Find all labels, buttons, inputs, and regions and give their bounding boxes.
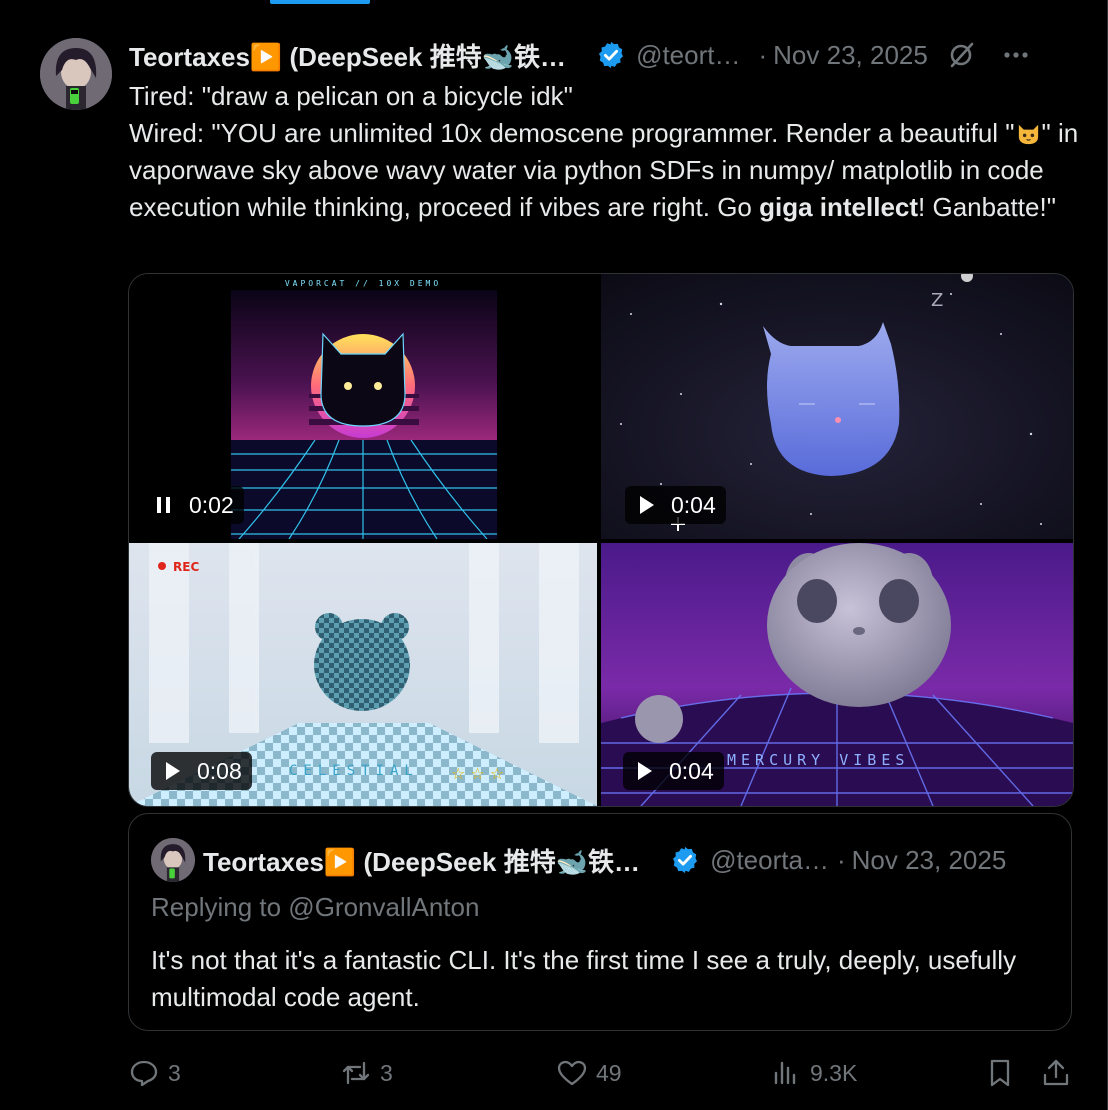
tweet-date[interactable]: Nov 23, 2025 xyxy=(773,40,928,71)
like-count: 49 xyxy=(596,1059,622,1086)
video-duration: 0:04 xyxy=(671,491,716,518)
verified-badge-icon xyxy=(673,846,698,874)
tweet-text-part: ! Ganbatte!" xyxy=(918,192,1056,222)
video-duration: 0:02 xyxy=(189,491,234,518)
repost-count: 3 xyxy=(380,1059,393,1086)
video-timer[interactable]: 0:08 xyxy=(151,752,252,790)
quoted-author-name[interactable]: Teortaxes▶️ (DeepSeek 推特🐋铁… xyxy=(203,842,640,879)
quoted-avatar[interactable] xyxy=(151,838,195,882)
bookmark-icon xyxy=(990,1059,1010,1087)
avatar-image xyxy=(40,38,112,110)
reply-icon xyxy=(130,1060,158,1087)
pause-icon xyxy=(157,497,170,513)
media-grid: VAPORCAT // 10X DEMO 0:02 Z 0:04 REC CEL… xyxy=(128,273,1074,807)
action-bar: 3 3 49 9.3K xyxy=(128,1053,1078,1093)
play-icon xyxy=(638,762,652,780)
play-icon xyxy=(640,496,654,514)
quoted-author-handle[interactable]: @teorta… xyxy=(710,845,829,876)
reply-count: 3 xyxy=(168,1059,181,1086)
more-options-icon[interactable] xyxy=(1002,41,1030,69)
verified-badge-icon xyxy=(599,41,624,69)
grok-icon[interactable] xyxy=(946,40,976,70)
quoted-text: It's not that it's a fantastic CLI. It's… xyxy=(151,945,1017,1012)
quoted-tweet[interactable]: Teortaxes▶️ (DeepSeek 推特🐋铁… @teorta… · N… xyxy=(128,813,1072,1031)
tweet-header: Teortaxes▶️ (DeepSeek 推特🐋铁… @teort… · No… xyxy=(129,32,1089,78)
video-caption: CELESTIAL xyxy=(289,763,419,779)
like-button[interactable]: 49 xyxy=(556,1053,622,1093)
video-duration: 0:08 xyxy=(197,757,242,784)
video-timer[interactable]: 0:04 xyxy=(625,486,726,524)
cat-emoji-icon xyxy=(1018,124,1038,145)
tweet-bold-text: giga intellect xyxy=(759,192,919,222)
quoted-avatar-image xyxy=(151,838,195,882)
video-starfield-cat[interactable]: Z 0:04 xyxy=(601,274,1073,539)
bookmark-button[interactable] xyxy=(984,1053,1024,1093)
sleep-z: Z xyxy=(931,290,943,311)
video-vaporcat[interactable]: VAPORCAT // 10X DEMO 0:02 xyxy=(129,274,597,539)
author-name[interactable]: Teortaxes▶️ (DeepSeek 推特🐋铁… xyxy=(129,37,566,74)
video-timer[interactable]: 0:04 xyxy=(623,752,724,790)
tab-active-indicator xyxy=(270,0,370,4)
view-count: 9.3K xyxy=(810,1059,858,1086)
heart-icon xyxy=(557,1060,587,1086)
repost-button[interactable]: 3 xyxy=(340,1053,393,1093)
replying-to: Replying to @GronvallAnton xyxy=(151,892,480,922)
quoted-tweet-header: Teortaxes▶️ (DeepSeek 推特🐋铁… @teorta… · N… xyxy=(151,838,1056,882)
tweet[interactable]: Teortaxes▶️ (DeepSeek 推特🐋铁… @teort… · No… xyxy=(0,8,1108,1110)
reply-button[interactable]: 3 xyxy=(128,1053,181,1093)
video-caption: VAPORCAT // 10X DEMO xyxy=(285,279,441,288)
video-stars: ☆ ☆ ☆ xyxy=(451,764,504,783)
separator-dot: · xyxy=(836,844,846,875)
video-duration: 0:04 xyxy=(669,757,714,784)
tweet-text: Tired: "draw a pelican on a bicycle idk"… xyxy=(129,78,1079,226)
tweet-line-tired: Tired: "draw a pelican on a bicycle idk" xyxy=(129,81,573,111)
share-button[interactable] xyxy=(1040,1053,1080,1093)
avatar[interactable] xyxy=(40,38,112,110)
video-mercury-vibes[interactable]: MERCURY VIBES 0:04 xyxy=(601,543,1073,806)
repost-icon xyxy=(342,1061,370,1085)
tweet-text-part: Wired: "YOU are unlimited 10x demoscene … xyxy=(129,118,1015,148)
rec-label: REC xyxy=(173,560,199,574)
author-handle[interactable]: @teort… xyxy=(636,40,740,71)
video-timer[interactable]: 0:02 xyxy=(143,486,244,524)
views-chart-icon xyxy=(774,1061,796,1085)
tweet-line-wired: Wired: "YOU are unlimited 10x demoscene … xyxy=(129,115,1079,226)
separator-dot: · xyxy=(758,39,768,70)
video-caption: MERCURY VIBES xyxy=(727,751,909,769)
share-icon xyxy=(1043,1059,1069,1086)
play-icon xyxy=(166,762,180,780)
views-button[interactable]: 9.3K xyxy=(770,1053,857,1093)
quoted-date[interactable]: Nov 23, 2025 xyxy=(852,845,1007,876)
video-celestial[interactable]: REC CELESTIAL ☆ ☆ ☆ 0:08 xyxy=(129,543,597,806)
